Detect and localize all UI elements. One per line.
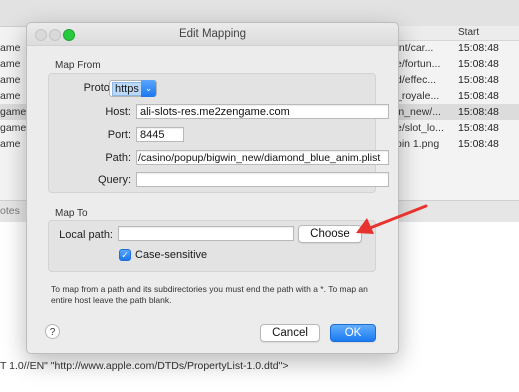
row-host-fragment: game <box>0 106 27 118</box>
cancel-button[interactable]: Cancel <box>260 324 320 342</box>
dialog-title: Edit Mapping <box>178 28 247 40</box>
row-start-time: 15:08:48 <box>458 106 499 118</box>
row-path: in_new/... <box>396 106 441 118</box>
checkmark-icon: ✓ <box>121 250 129 260</box>
row-start-time: 15:08:48 <box>458 138 499 150</box>
query-field[interactable] <box>136 172 389 187</box>
local-path-label: Local path: <box>59 229 113 241</box>
divider-label: otes <box>0 205 20 217</box>
local-path-field[interactable] <box>118 226 294 241</box>
choose-button[interactable]: Choose <box>298 225 362 243</box>
host-label: Host: <box>105 106 131 118</box>
case-sensitive-checkbox[interactable]: ✓ <box>119 249 131 261</box>
host-field[interactable]: ali-slots-res.me2zengame.com <box>136 104 389 119</box>
row-path: _royale... <box>396 90 440 102</box>
column-header-start[interactable]: Start <box>458 27 479 38</box>
row-start-time: 15:08:48 <box>458 74 499 86</box>
row-start-time: 15:08:48 <box>458 122 499 134</box>
row-host-fragment: ame <box>0 90 21 102</box>
help-button[interactable]: ? <box>45 324 60 339</box>
ok-button[interactable]: OK <box>330 324 376 342</box>
background-footer-text: T 1.0//EN" "http://www.apple.com/DTDs/Pr… <box>0 358 519 374</box>
row-start-time: 15:08:48 <box>458 42 499 54</box>
row-host-fragment: ame <box>0 74 21 86</box>
path-field[interactable]: /casino/popup/bigwin_new/diamond_blue_an… <box>136 150 389 165</box>
row-host-fragment: game <box>0 122 27 134</box>
row-host-fragment: ame <box>0 138 21 150</box>
map-to-label: Map To <box>55 208 88 219</box>
row-host-fragment: ame <box>0 42 21 54</box>
chevron-down-icon: ⌄ <box>141 80 156 97</box>
edit-mapping-dialog: Edit Mapping Map From Protocol: https ⌄ … <box>26 22 399 354</box>
port-field[interactable]: 8445 <box>136 127 184 142</box>
path-label: Path: <box>105 152 131 164</box>
row-path: e/fortun... <box>396 58 441 70</box>
case-sensitive-label[interactable]: Case-sensitive <box>135 249 207 261</box>
protocol-value: https <box>112 82 142 96</box>
protocol-select[interactable]: https ⌄ <box>109 80 157 97</box>
row-start-time: 15:08:48 <box>458 58 499 70</box>
row-path: oin 1.png <box>396 138 440 150</box>
row-path: e/slot_lo... <box>396 122 444 134</box>
query-label: Query: <box>97 174 131 186</box>
row-start-time: 15:08:48 <box>458 90 499 102</box>
map-from-label: Map From <box>55 60 101 71</box>
row-path: fnt/car... <box>396 42 434 54</box>
row-host-fragment: ame <box>0 58 21 70</box>
footer-text: T 1.0//EN" "http://www.apple.com/DTDs/Pr… <box>0 360 289 372</box>
background-column-header: Start <box>396 26 519 41</box>
mapping-help-text: To map from a path and its subdirectorie… <box>51 284 368 305</box>
row-path: d/effec... <box>396 74 437 86</box>
dialog-titlebar: Edit Mapping <box>27 23 398 46</box>
port-label: Port: <box>107 129 131 141</box>
